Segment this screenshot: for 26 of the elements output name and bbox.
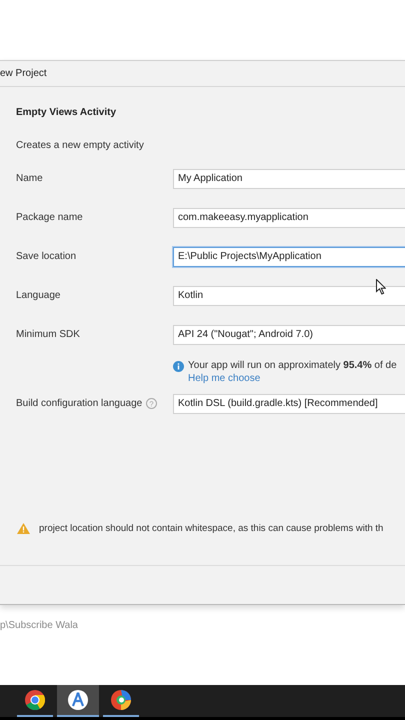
field-label: Package name [16,212,84,223]
input-field[interactable]: API 24 ("Nougat"; Android 7.0) [173,324,405,344]
window-title: ew Project [0,68,47,79]
swirl-app-icon [111,690,131,710]
field-label: Language [16,290,62,301]
warning-message: project location should not contain whitespace, as this can cause problems with th [39,523,384,534]
template-heading: Empty Views Activity [16,107,118,118]
input-field[interactable]: Kotlin [173,286,405,306]
info-icon [173,361,184,372]
warning-icon [17,523,30,534]
info-text: Your app will run on approximately 95.4% of de [188,360,397,371]
input-field[interactable]: Kotlin DSL (build.gradle.kts) [Recommended] [173,394,405,414]
input-field[interactable]: My Application [173,168,405,188]
field-label: Minimum SDK [16,329,81,340]
browser-icon [25,690,45,710]
taskbar-button[interactable] [57,685,99,717]
input-field[interactable]: E:\Public Projects\MyApplication [173,246,405,266]
compass-app-icon [68,690,88,710]
template-description: Creates a new empty activity [16,140,145,151]
field-label: Save location [16,251,78,262]
input-field[interactable]: com.makeeasy.myapplication [173,208,405,228]
help-link[interactable]: Help me choose [188,373,397,384]
field-label: Build configuration language [16,398,142,409]
background-text: p\Subscribe Wala [0,620,78,633]
mouse-cursor-icon [376,279,386,295]
field-label: Name [16,173,44,184]
